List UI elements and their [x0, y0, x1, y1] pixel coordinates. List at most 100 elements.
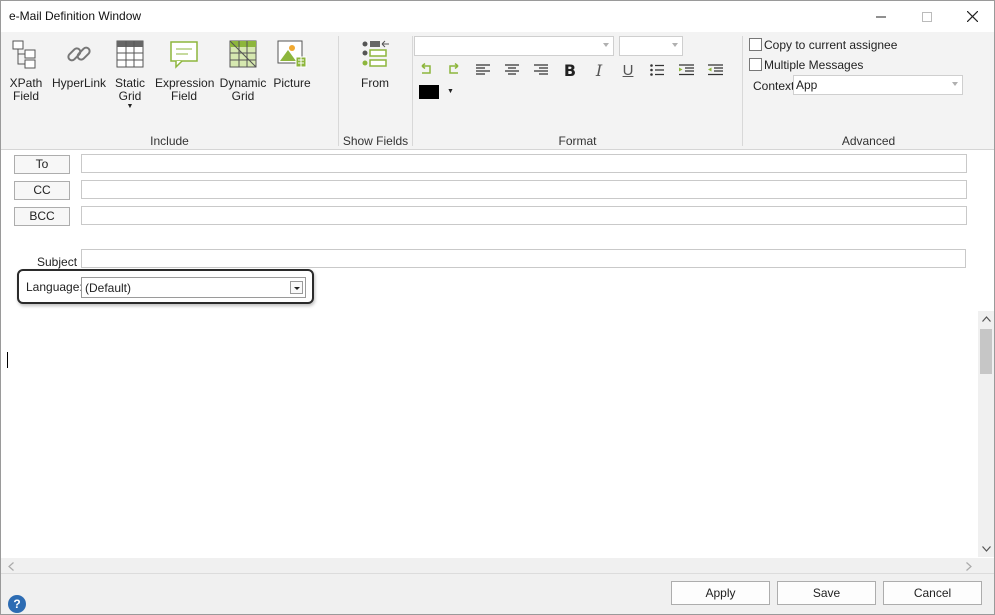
- xpath-field-icon: [12, 40, 36, 69]
- email-definition-window: e-Mail Definition Window XPath Field Hyp…: [0, 0, 995, 615]
- static-grid-dropdown-icon[interactable]: ▼: [111, 103, 149, 111]
- from-label: From: [361, 76, 389, 90]
- undo-icon: [421, 63, 431, 74]
- language-label: Language:: [26, 280, 83, 294]
- maximize-icon: [922, 11, 932, 22]
- picture-label: Picture: [273, 76, 311, 90]
- scroll-right-icon[interactable]: [961, 558, 977, 574]
- vertical-scrollbar[interactable]: [978, 311, 994, 557]
- title-bar: e-Mail Definition Window: [1, 1, 994, 32]
- text-color-dropdown-icon[interactable]: ▼: [447, 88, 454, 95]
- outdent-icon: [707, 64, 723, 76]
- to-button[interactable]: To: [14, 155, 70, 174]
- hyperlink-label: HyperLink: [51, 76, 107, 90]
- static-grid-label: Static Grid: [114, 76, 145, 103]
- language-highlight-box: Language: (Default): [17, 269, 314, 304]
- underline-button[interactable]: U: [618, 61, 638, 79]
- cancel-button[interactable]: Cancel: [883, 581, 982, 605]
- hyperlink-button[interactable]: HyperLink: [51, 38, 107, 90]
- align-center-button[interactable]: [502, 61, 522, 79]
- redo-button[interactable]: [444, 61, 464, 79]
- scroll-up-icon[interactable]: [978, 311, 994, 327]
- font-name-combo[interactable]: [414, 36, 614, 56]
- picture-icon: [277, 40, 307, 68]
- align-center-icon: [505, 64, 519, 75]
- save-button[interactable]: Save: [777, 581, 876, 605]
- close-button[interactable]: [949, 1, 994, 32]
- bullet-list-button[interactable]: [647, 61, 667, 79]
- chevron-down-icon[interactable]: [290, 281, 303, 294]
- subject-input[interactable]: [81, 249, 966, 268]
- language-select[interactable]: (Default): [81, 277, 306, 298]
- help-icon[interactable]: ?: [8, 595, 26, 613]
- expression-field-label: Expression Field: [155, 76, 215, 103]
- context-value: App: [796, 78, 818, 92]
- chevron-down-icon: [603, 43, 609, 47]
- expression-field-icon: [170, 41, 198, 69]
- xpath-field-label: XPath Field: [9, 76, 43, 103]
- context-combo[interactable]: App: [793, 75, 963, 95]
- copy-to-assignee-label: Copy to current assignee: [764, 38, 898, 52]
- text-color-swatch[interactable]: [419, 85, 439, 99]
- hyperlink-icon: [67, 46, 91, 62]
- from-button[interactable]: From: [353, 38, 397, 90]
- bcc-button[interactable]: BCC: [14, 207, 70, 226]
- show-fields-group-label: Show Fields: [342, 134, 409, 148]
- indent-icon: [678, 64, 694, 76]
- indent-button[interactable]: [676, 61, 696, 79]
- context-label: Context: [753, 79, 795, 93]
- apply-button[interactable]: Apply: [671, 581, 770, 605]
- underline-icon: U: [622, 61, 634, 79]
- static-grid-icon: [116, 40, 144, 68]
- maximize-button[interactable]: [904, 1, 950, 32]
- window-title: e-Mail Definition Window: [9, 9, 142, 23]
- bold-button[interactable]: B: [560, 60, 580, 80]
- static-grid-button[interactable]: Static Grid ▼: [111, 38, 149, 111]
- subject-label: Subject: [37, 255, 78, 269]
- outdent-button[interactable]: [705, 61, 725, 79]
- expression-field-button[interactable]: Expression Field: [155, 38, 215, 103]
- cc-input[interactable]: [81, 180, 967, 199]
- minimize-button[interactable]: [858, 1, 904, 32]
- bullet-list-icon: [650, 64, 664, 76]
- dynamic-grid-button[interactable]: Dynamic Grid: [219, 38, 267, 103]
- include-group-label: Include: [150, 134, 189, 148]
- cc-button[interactable]: CC: [14, 181, 70, 200]
- message-body-editor[interactable]: [2, 309, 977, 558]
- undo-button[interactable]: [416, 61, 436, 79]
- scroll-left-icon[interactable]: [3, 558, 19, 574]
- picture-button[interactable]: Picture: [271, 38, 313, 90]
- italic-icon: I: [595, 60, 603, 80]
- multiple-messages-checkbox[interactable]: [749, 58, 762, 71]
- chevron-down-icon: [672, 43, 678, 47]
- dialog-button-bar: ? Apply Save Cancel: [1, 573, 994, 614]
- scroll-down-icon[interactable]: [978, 541, 994, 557]
- group-divider: [742, 36, 743, 146]
- bcc-input[interactable]: [81, 206, 967, 225]
- close-icon: [966, 11, 978, 22]
- ribbon: XPath Field HyperLink Static Grid ▼ Expr…: [1, 32, 994, 150]
- align-left-icon: [476, 64, 490, 75]
- font-size-combo[interactable]: [619, 36, 683, 56]
- xpath-field-button[interactable]: XPath Field: [6, 38, 46, 103]
- multiple-messages-label: Multiple Messages: [764, 58, 864, 72]
- text-cursor: [7, 352, 8, 368]
- italic-button[interactable]: I: [589, 60, 609, 80]
- horizontal-scrollbar[interactable]: [1, 558, 994, 573]
- dynamic-grid-icon: [229, 40, 257, 68]
- align-left-button[interactable]: [473, 61, 493, 79]
- vertical-scroll-thumb[interactable]: [980, 329, 992, 374]
- group-divider: [338, 36, 339, 146]
- dynamic-grid-label: Dynamic Grid: [219, 76, 267, 103]
- advanced-group-label: Advanced: [841, 134, 896, 148]
- language-value: (Default): [85, 281, 132, 295]
- group-divider: [412, 36, 413, 146]
- bold-icon: B: [563, 60, 577, 80]
- minimize-icon: [876, 16, 886, 17]
- chevron-down-icon: [952, 82, 958, 86]
- redo-icon: [449, 63, 459, 74]
- to-input[interactable]: [81, 154, 967, 173]
- align-right-button[interactable]: [531, 61, 551, 79]
- copy-to-assignee-checkbox[interactable]: [749, 38, 762, 51]
- align-right-icon: [534, 64, 548, 75]
